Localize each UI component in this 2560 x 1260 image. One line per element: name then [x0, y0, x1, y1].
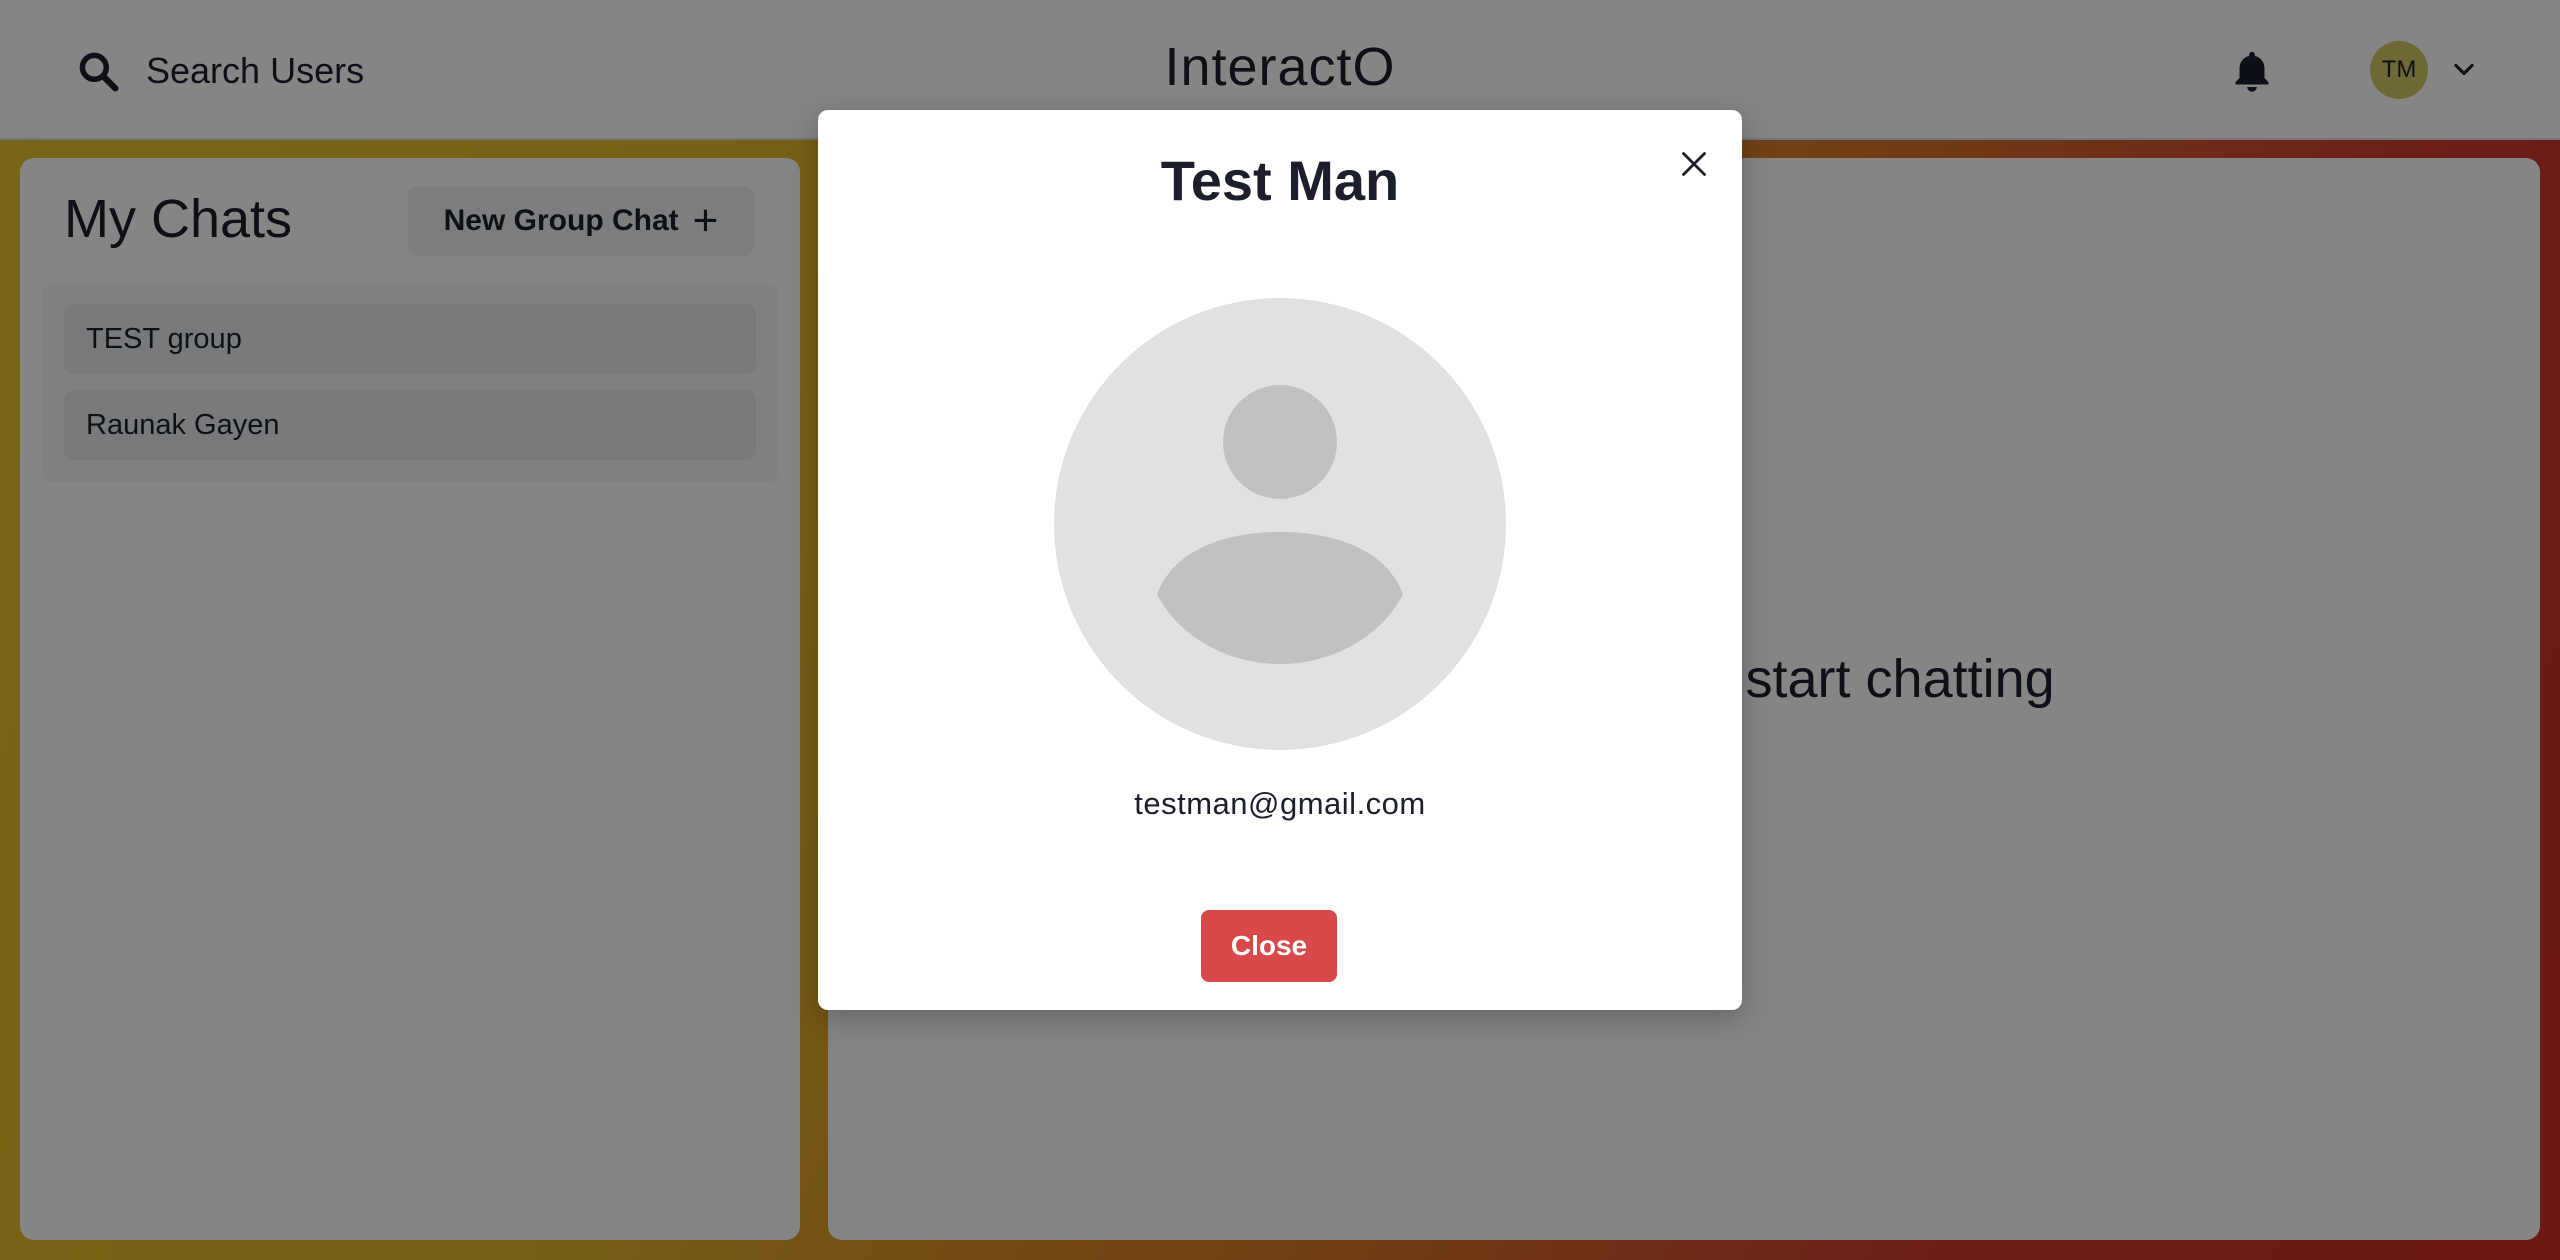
close-button[interactable]: Close	[1201, 910, 1337, 982]
close-icon	[1682, 152, 1706, 176]
profile-modal: Test Man testman@gmail.com Close	[818, 110, 1742, 1010]
profile-picture	[1054, 298, 1506, 750]
profile-email: testman@gmail.com	[1134, 786, 1426, 821]
modal-close-x-button[interactable]	[1670, 140, 1718, 188]
modal-title: Test Man	[1160, 149, 1400, 212]
